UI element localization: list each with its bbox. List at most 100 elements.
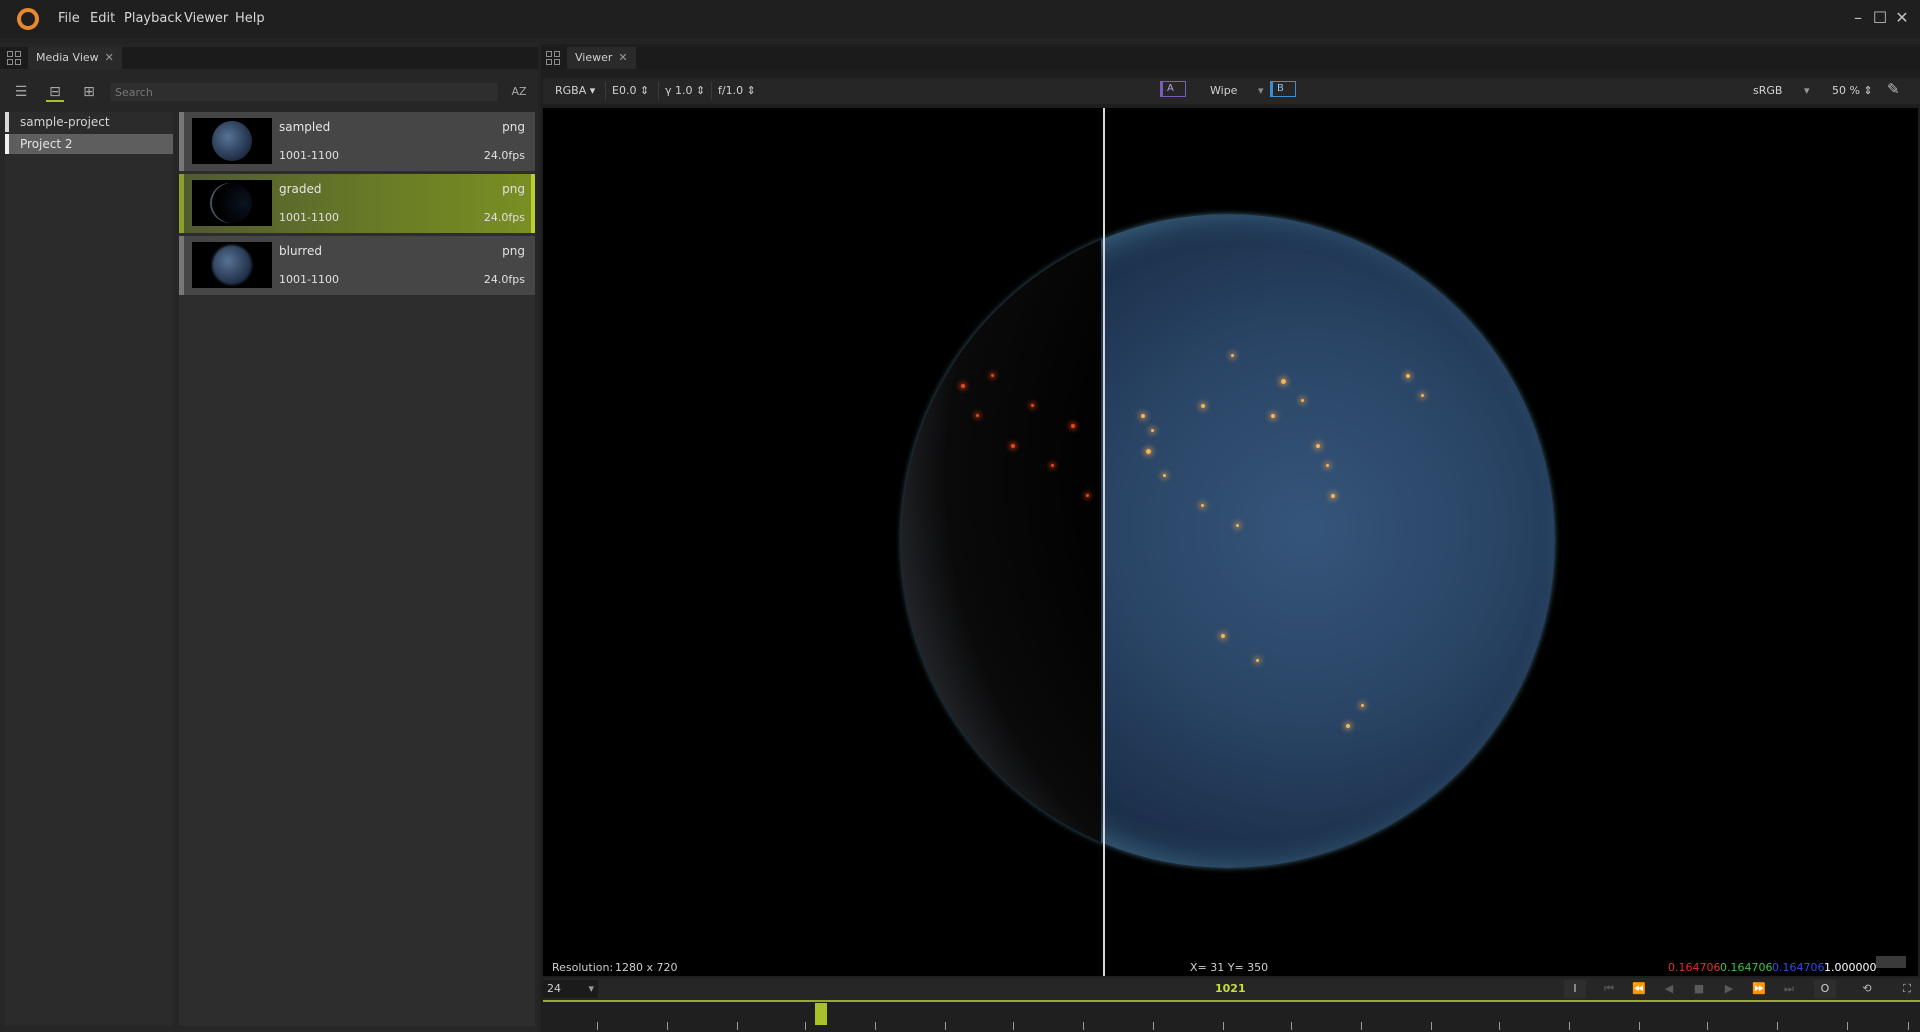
panel-layout-icon[interactable] <box>7 51 21 65</box>
media-type: png <box>502 244 525 258</box>
go-to-end-icon[interactable]: ⏭ <box>1778 980 1800 998</box>
city-light <box>1031 404 1034 407</box>
loop-icon[interactable]: ⟲ <box>1856 980 1878 998</box>
close-tab-icon[interactable]: ✕ <box>618 47 627 69</box>
media-item-graded[interactable]: graded png 1001-1100 24.0fps <box>179 174 535 233</box>
city-light <box>1326 464 1329 467</box>
playhead[interactable] <box>815 1003 827 1025</box>
fps-value: 24 <box>547 982 561 995</box>
title-bar <box>0 0 1920 38</box>
ruler-tick <box>945 1022 946 1030</box>
city-light <box>1271 414 1275 418</box>
ruler-tick <box>1847 1022 1848 1030</box>
viewer-canvas[interactable] <box>543 108 1918 976</box>
ruler-tick <box>1223 1022 1224 1030</box>
pixel-green-value: 0.164706 <box>1720 961 1773 974</box>
fullscreen-icon[interactable]: ⛶ <box>1896 980 1918 998</box>
go-to-start-icon[interactable]: ⏮ <box>1598 980 1620 998</box>
close-tab-icon[interactable]: ✕ <box>105 47 114 69</box>
tab-viewer-label: Viewer <box>575 51 613 64</box>
media-frame-range: 1001-1100 <box>279 149 339 162</box>
stop-icon[interactable]: ■ <box>1688 980 1710 998</box>
divider <box>711 82 712 100</box>
media-frame-range: 1001-1100 <box>279 273 339 286</box>
ruler-tick <box>1431 1022 1432 1030</box>
city-light <box>1236 524 1239 527</box>
project-item-selected[interactable]: Project 2 <box>5 134 173 154</box>
tab-viewer[interactable]: Viewer ✕ <box>567 47 636 69</box>
tab-media-view[interactable]: Media View ✕ <box>28 47 122 69</box>
city-light <box>1281 379 1286 384</box>
chevron-down-icon[interactable]: ▾ <box>1258 84 1264 97</box>
set-out-point-button[interactable]: O <box>1814 980 1836 998</box>
annotate-pen-icon[interactable]: ✎ <box>1887 80 1900 98</box>
panel-layout-icon[interactable] <box>546 51 560 65</box>
exposure-control[interactable]: E0.0 ⇕ <box>612 84 649 97</box>
colorspace-dropdown[interactable]: sRGB <box>1753 84 1782 97</box>
wipe-handle[interactable] <box>1103 108 1105 976</box>
city-light <box>1256 659 1259 662</box>
ruler-tick <box>1361 1022 1362 1030</box>
fps-selector[interactable]: 24 ▾ <box>543 980 598 998</box>
ruler-tick <box>1013 1022 1014 1030</box>
gamma-control[interactable]: γ 1.0 ⇕ <box>665 84 705 97</box>
minimize-icon[interactable]: – <box>1848 8 1868 27</box>
media-item-blurred[interactable]: blurred png 1001-1100 24.0fps <box>179 236 535 295</box>
menu-viewer[interactable]: Viewer <box>184 11 228 26</box>
search-input[interactable] <box>110 83 498 101</box>
project-item[interactable]: sample-project <box>5 112 173 132</box>
city-light <box>1151 429 1154 432</box>
ruler-tick <box>1499 1022 1500 1030</box>
media-fps: 24.0fps <box>483 211 525 224</box>
play-icon[interactable]: ▶ <box>1718 980 1740 998</box>
ruler-tick <box>1777 1022 1778 1030</box>
city-light <box>1421 394 1424 397</box>
ruler-tick <box>1639 1022 1640 1030</box>
ruler-tick <box>1083 1022 1084 1030</box>
media-thumbnail <box>192 242 272 288</box>
maximize-icon[interactable]: ☐ <box>1870 8 1890 27</box>
compare-b-button[interactable]: B <box>1270 81 1296 97</box>
divider <box>658 82 659 100</box>
step-forward-icon[interactable]: ⏩ <box>1748 980 1770 998</box>
ruler-tick <box>597 1022 598 1030</box>
city-light <box>1011 444 1015 448</box>
compare-mode-dropdown[interactable]: Wipe <box>1210 84 1237 97</box>
city-light <box>1301 399 1304 402</box>
channels-dropdown[interactable]: RGBA ▾ <box>555 84 595 97</box>
media-item-sampled[interactable]: sampled png 1001-1100 24.0fps <box>179 112 535 171</box>
city-light <box>1201 404 1205 408</box>
detail-view-icon[interactable]: ⊟ <box>46 84 64 102</box>
play-reverse-icon[interactable]: ◀ <box>1658 980 1680 998</box>
city-light <box>1051 464 1054 467</box>
grid-view-icon[interactable]: ⊞ <box>80 84 98 100</box>
media-frame-range: 1001-1100 <box>279 211 339 224</box>
city-light <box>1071 424 1075 428</box>
close-icon[interactable]: ✕ <box>1892 8 1912 27</box>
pixel-blue-value: 0.164706 <box>1772 961 1825 974</box>
menu-playback[interactable]: Playback <box>124 11 182 26</box>
ruler-tick <box>1707 1022 1708 1030</box>
pixel-color-swatch <box>1876 956 1906 968</box>
media-fps: 24.0fps <box>483 149 525 162</box>
fstop-control[interactable]: f/1.0 ⇕ <box>718 84 756 97</box>
chevron-down-icon[interactable]: ▾ <box>1804 84 1810 97</box>
list-view-icon[interactable]: ☰ <box>12 84 30 100</box>
zoom-control[interactable]: 50 % ⇕ <box>1832 84 1873 97</box>
app-logo-icon <box>17 8 39 30</box>
sort-az-icon[interactable]: AZ <box>510 84 528 100</box>
divider <box>605 82 606 100</box>
menu-file[interactable]: File <box>58 11 80 26</box>
step-back-icon[interactable]: ⏪ <box>1628 980 1650 998</box>
ruler-tick <box>1908 1022 1909 1030</box>
set-in-point-button[interactable]: I <box>1564 980 1586 998</box>
chevron-down-icon[interactable]: ▾ <box>588 980 594 998</box>
timeline-ruler[interactable] <box>543 1000 1920 1032</box>
city-light <box>1361 704 1364 707</box>
city-light <box>1146 449 1151 454</box>
menu-help[interactable]: Help <box>235 11 265 26</box>
menu-edit[interactable]: Edit <box>90 11 115 26</box>
compare-a-button[interactable]: A <box>1160 81 1186 97</box>
media-thumbnail <box>192 180 272 226</box>
city-light <box>976 414 979 417</box>
